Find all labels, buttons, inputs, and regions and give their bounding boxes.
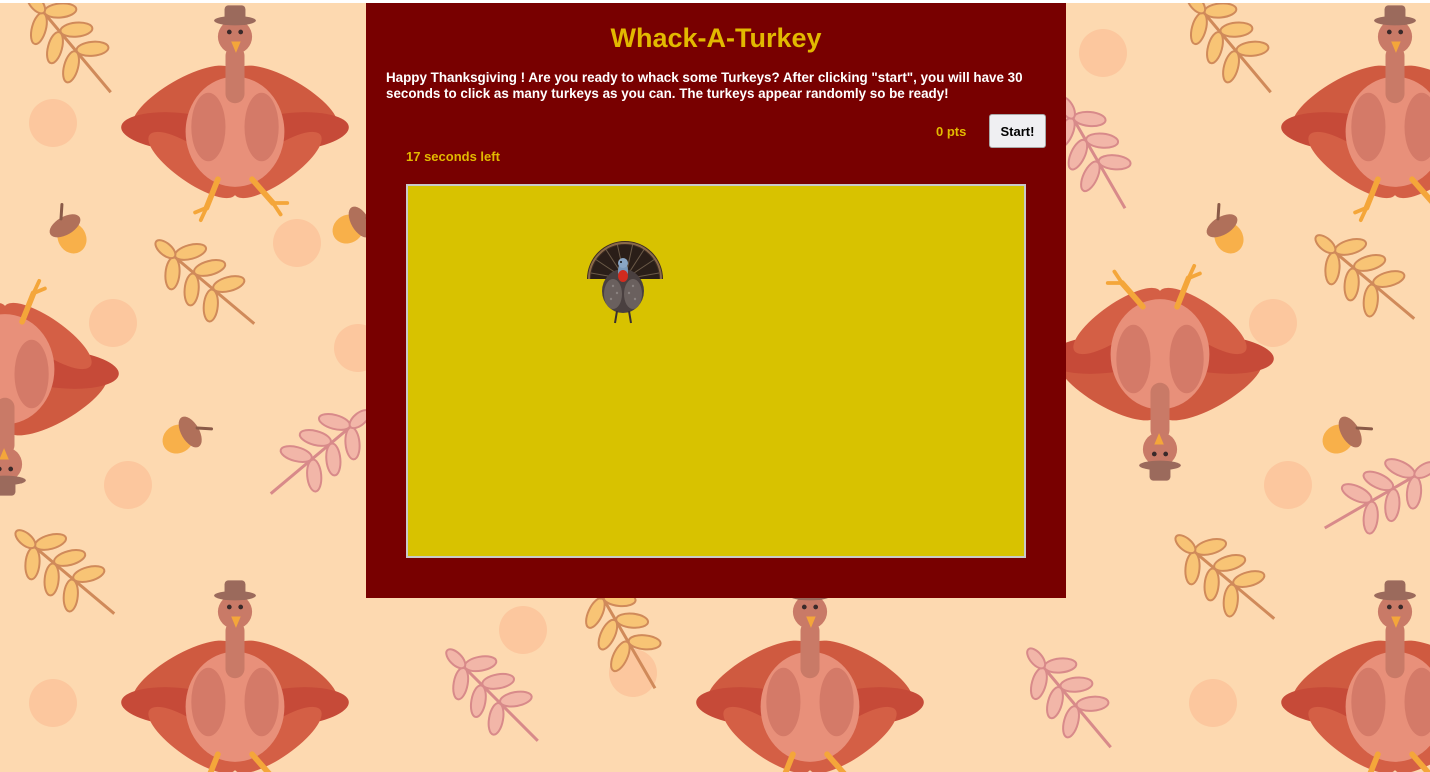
game-panel: Whack-A-Turkey Happy Thanksgiving ! Are … xyxy=(366,3,1066,598)
timer-display: 17 seconds left xyxy=(406,149,500,164)
play-area[interactable] xyxy=(406,184,1026,558)
start-button[interactable]: Start! xyxy=(989,114,1046,148)
game-instructions: Happy Thanksgiving ! Are you ready to wh… xyxy=(386,70,1023,101)
score-display: 0 pts xyxy=(936,124,967,139)
turkey-icon[interactable] xyxy=(583,231,667,325)
page-title: Whack-A-Turkey xyxy=(610,23,822,53)
